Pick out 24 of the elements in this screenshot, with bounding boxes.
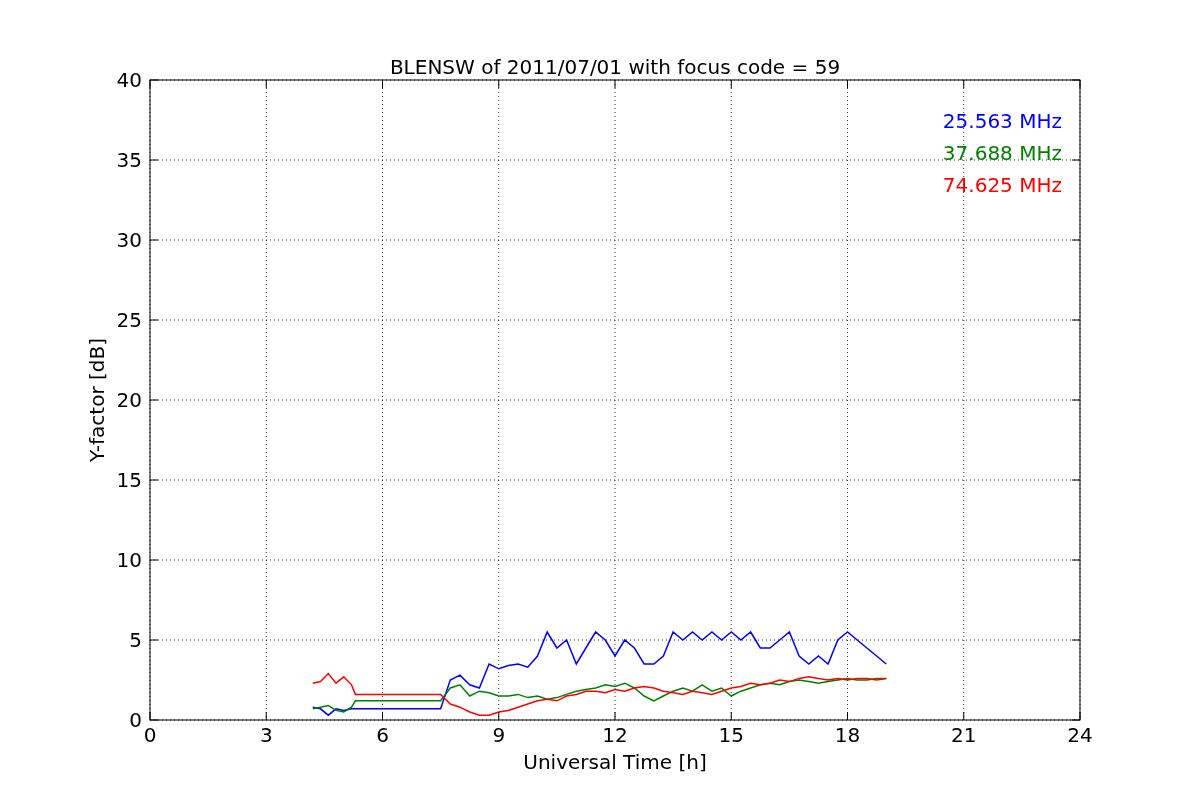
tick-label: 24 — [1067, 723, 1093, 747]
tick-label: 9 — [492, 723, 506, 747]
tick-label: 0 — [143, 723, 157, 747]
tick-label: 40 — [116, 68, 142, 92]
tick-label: 3 — [259, 723, 273, 747]
legend-label: 37.688 MHz — [942, 141, 1062, 165]
x-axis-label: Universal Time [h] — [523, 750, 707, 774]
tick-label: 35 — [116, 148, 142, 172]
tick-label: 30 — [116, 228, 142, 252]
tick-label: 15 — [116, 468, 142, 492]
tick-label: 0 — [129, 708, 142, 732]
y-axis-label: Y-factor [dB] — [85, 338, 109, 462]
legend-label: 74.625 MHz — [942, 173, 1062, 197]
tick-label: 15 — [718, 723, 744, 747]
tick-label: 20 — [116, 388, 142, 412]
tick-label: 21 — [951, 723, 977, 747]
tick-label: 12 — [602, 723, 628, 747]
legend-label: 25.563 MHz — [942, 109, 1062, 133]
tick-label: 10 — [116, 548, 142, 572]
tick-label: 6 — [376, 723, 389, 747]
tick-label: 18 — [834, 723, 861, 747]
tick-label: 25 — [116, 308, 142, 332]
chart-title: BLENSW of 2011/07/01 with focus code = 59 — [389, 55, 841, 79]
tick-label: 5 — [129, 628, 142, 652]
